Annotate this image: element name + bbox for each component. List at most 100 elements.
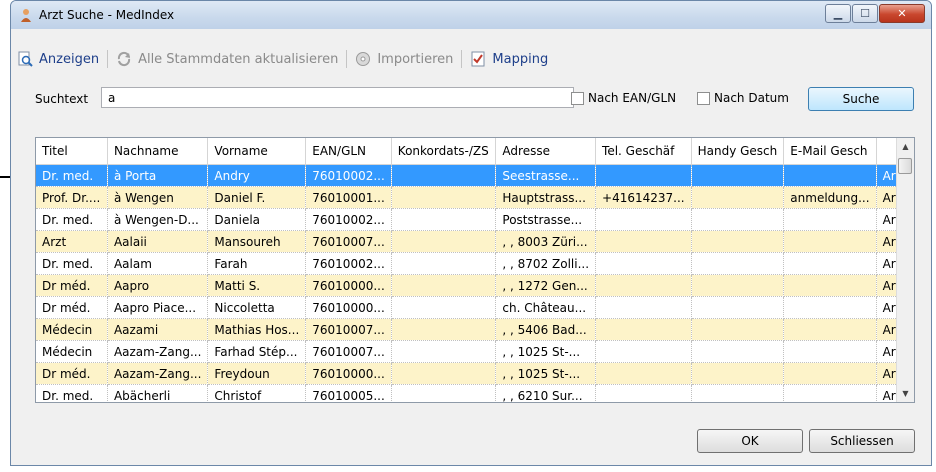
table-cell[interactable] xyxy=(783,296,877,319)
table-cell[interactable]: Aapro Piace... xyxy=(107,296,209,319)
table-cell[interactable]: anmeldung... xyxy=(783,186,877,209)
table-cell[interactable] xyxy=(691,186,785,209)
column-header-vorname[interactable]: Vorname xyxy=(207,138,307,165)
table-cell[interactable] xyxy=(391,230,497,253)
table-cell[interactable]: Dr. med. xyxy=(36,384,108,402)
column-header-titel[interactable]: Titel xyxy=(36,138,108,165)
scroll-down-icon[interactable]: ▼ xyxy=(897,385,914,402)
table-cell[interactable] xyxy=(391,252,497,275)
table-cell[interactable] xyxy=(691,318,785,341)
maximize-button[interactable]: ☐ xyxy=(852,4,878,23)
table-cell[interactable] xyxy=(691,164,785,187)
table-cell[interactable]: Dr. med. xyxy=(36,252,108,275)
toolbar-mapping-button[interactable]: Mapping xyxy=(464,51,554,67)
table-cell[interactable]: Dr méd. xyxy=(36,274,108,297)
column-header-email-gesch[interactable]: E-Mail Gesch xyxy=(783,138,877,165)
table-row[interactable]: Dr. med. à Porta Andry 76010002... Seestrass… xyxy=(36,164,914,187)
schliessen-button[interactable]: Schliessen xyxy=(809,429,915,453)
table-cell[interactable] xyxy=(783,208,877,231)
table-cell[interactable]: ch. Château... xyxy=(495,296,597,319)
column-header-ean-gln[interactable]: EAN/GLN xyxy=(305,138,392,165)
table-cell[interactable] xyxy=(595,252,692,275)
table-row[interactable]: Dr. med. Abächerli Christof 76010005... , , … xyxy=(36,384,914,402)
results-grid[interactable]: Titel Nachname Vorname EAN/GLN Konkordat… xyxy=(35,137,915,403)
table-cell[interactable] xyxy=(391,164,497,187)
table-cell[interactable] xyxy=(595,230,692,253)
toolbar-anzeigen-button[interactable]: Anzeigen xyxy=(11,51,105,67)
table-cell[interactable]: Freydoun xyxy=(207,362,307,385)
nach-datum-checkbox[interactable]: Nach Datum xyxy=(697,91,789,105)
nach-ean-checkbox[interactable]: Nach EAN/GLN xyxy=(571,91,676,105)
table-row[interactable]: Médecin Aazam-Zang... Farhad Stép... 760100… xyxy=(36,340,914,363)
table-cell[interactable] xyxy=(595,274,692,297)
table-cell[interactable]: Aapro xyxy=(107,274,209,297)
table-row[interactable]: Dr. med. à Wengen-D... Daniela 76010002... P… xyxy=(36,208,914,231)
table-cell[interactable]: Aazam-Zang... xyxy=(107,340,209,363)
table-cell[interactable]: Dr. med. xyxy=(36,164,108,187)
table-cell[interactable] xyxy=(783,362,877,385)
table-cell[interactable] xyxy=(391,186,497,209)
scrollbar-thumb[interactable] xyxy=(898,158,912,174)
table-cell[interactable]: Hauptstrass... xyxy=(495,186,597,209)
table-cell[interactable] xyxy=(391,296,497,319)
column-header-konkordats-zs[interactable]: Konkordats-/ZS xyxy=(391,138,497,165)
table-cell[interactable] xyxy=(391,384,497,402)
table-cell[interactable] xyxy=(783,274,877,297)
table-cell[interactable]: Abächerli xyxy=(107,384,209,402)
table-cell[interactable]: Mansoureh xyxy=(207,230,307,253)
table-cell[interactable]: Andry xyxy=(207,164,307,187)
table-cell[interactable] xyxy=(783,384,877,402)
suche-button[interactable]: Suche xyxy=(808,87,914,111)
suchtext-input[interactable] xyxy=(101,87,574,108)
table-cell[interactable]: Médecin xyxy=(36,340,108,363)
table-cell[interactable]: , , 1025 St-... xyxy=(495,362,597,385)
table-cell[interactable] xyxy=(595,318,692,341)
table-cell[interactable]: Aalam xyxy=(107,252,209,275)
table-cell[interactable] xyxy=(391,274,497,297)
table-cell[interactable]: Aazami xyxy=(107,318,209,341)
table-cell[interactable] xyxy=(783,252,877,275)
table-cell[interactable]: Arzt xyxy=(36,230,108,253)
table-cell[interactable] xyxy=(783,318,877,341)
table-cell[interactable] xyxy=(595,340,692,363)
table-row[interactable]: Médecin Aazami Mathias Hos... 76010007... , … xyxy=(36,318,914,341)
table-cell[interactable] xyxy=(691,362,785,385)
table-cell[interactable] xyxy=(783,164,877,187)
table-cell[interactable]: 76010007... xyxy=(305,340,392,363)
table-cell[interactable] xyxy=(595,384,692,402)
table-cell[interactable]: Daniel F. xyxy=(207,186,307,209)
table-cell[interactable] xyxy=(595,296,692,319)
table-cell[interactable]: , , 6210 Sur... xyxy=(495,384,597,402)
table-cell[interactable]: Daniela xyxy=(207,208,307,231)
table-cell[interactable] xyxy=(595,208,692,231)
toolbar-aktualisieren-button[interactable]: Alle Stammdaten aktualisieren xyxy=(110,51,344,67)
table-cell[interactable]: Christof xyxy=(207,384,307,402)
table-cell[interactable] xyxy=(691,274,785,297)
table-cell[interactable]: Farhad Stép... xyxy=(207,340,307,363)
table-cell[interactable] xyxy=(391,208,497,231)
nach-ean-checkbox-box[interactable] xyxy=(571,91,584,105)
table-cell[interactable] xyxy=(391,362,497,385)
table-cell[interactable]: Poststrasse... xyxy=(495,208,597,231)
table-row[interactable]: Dr. med. Aalam Farah 76010002... , , 8702 Zo… xyxy=(36,252,914,275)
table-cell[interactable]: Seestrasse... xyxy=(495,164,597,187)
table-row[interactable]: Dr méd. Aapro Matti S. 76010000... , , 1272 … xyxy=(36,274,914,297)
table-cell[interactable]: Mathias Hos... xyxy=(207,318,307,341)
table-cell[interactable]: , , 8702 Zolli... xyxy=(495,252,597,275)
table-row[interactable]: Prof. Dr.... à Wengen Daniel F. 76010001...… xyxy=(36,186,914,209)
table-cell[interactable] xyxy=(783,230,877,253)
table-cell[interactable]: 76010000... xyxy=(305,296,392,319)
scroll-up-icon[interactable]: ▲ xyxy=(897,138,914,155)
table-cell[interactable]: 76010007... xyxy=(305,318,392,341)
table-row[interactable]: Dr méd. Aapro Piace... Niccoletta 76010000.… xyxy=(36,296,914,319)
table-cell[interactable]: Niccoletta xyxy=(207,296,307,319)
column-header-adresse[interactable]: Adresse xyxy=(495,138,597,165)
table-cell[interactable]: 76010001... xyxy=(305,186,392,209)
table-cell[interactable]: 76010002... xyxy=(305,252,392,275)
nach-datum-checkbox-box[interactable] xyxy=(697,91,710,105)
table-cell[interactable] xyxy=(595,362,692,385)
table-row[interactable]: Arzt Aalaii Mansoureh 76010007... , , 8003 Z… xyxy=(36,230,914,253)
table-cell[interactable]: 76010005... xyxy=(305,384,392,402)
table-cell[interactable]: Dr. med. xyxy=(36,208,108,231)
table-cell[interactable]: à Porta xyxy=(107,164,209,187)
